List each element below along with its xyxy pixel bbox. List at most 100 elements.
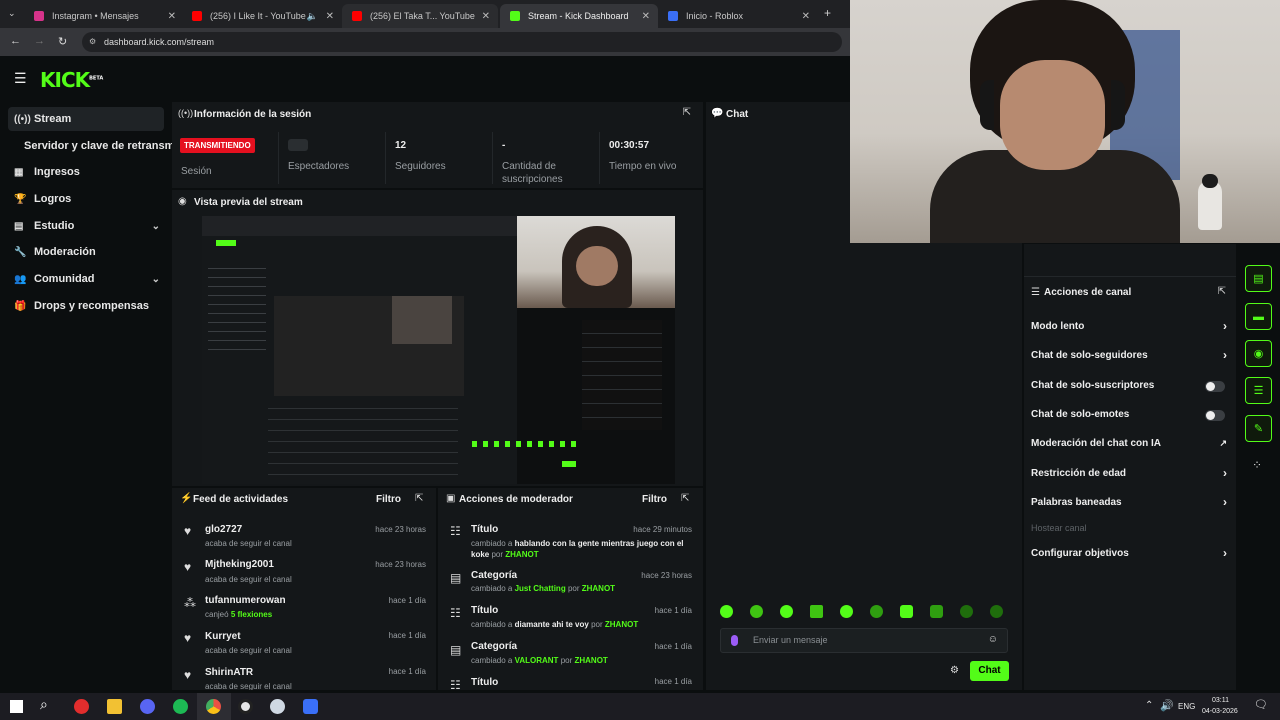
tab-youtube-1[interactable]: (256) I Like It - YouTube 🔈 ✕ xyxy=(182,4,342,28)
apps-icon[interactable]: ⁘ xyxy=(1252,458,1262,472)
expand-icon[interactable]: ⇱ xyxy=(415,493,423,504)
activity-title: Feed de actividades xyxy=(193,494,289,505)
emote-icon[interactable] xyxy=(750,605,763,618)
kick-logo[interactable]: KICKBETA xyxy=(40,68,103,92)
forward-icon[interactable]: → xyxy=(34,35,45,47)
wrench-icon: 🔧 xyxy=(14,246,27,258)
notes-icon[interactable]: ▤ xyxy=(1245,265,1272,292)
windows-start-icon[interactable] xyxy=(10,700,23,713)
user-tag-icon: ☷ xyxy=(450,524,461,538)
sidebar-item-server-key[interactable]: Servidor y clave de retransmisión xyxy=(0,134,172,158)
chevron-down-icon[interactable]: ⌄ xyxy=(152,274,160,285)
grid-icon: ▤ xyxy=(14,220,24,232)
clock-date[interactable]: 04-03-2026 xyxy=(1202,708,1238,715)
emotes-only-toggle[interactable] xyxy=(1205,410,1225,421)
emote-icon[interactable] xyxy=(990,605,1003,618)
speaker-icon[interactable]: 🔈 xyxy=(307,11,318,22)
emoji-icon[interactable]: ☺ xyxy=(988,634,998,645)
chat-input[interactable]: Enviar un mensaje ☺ xyxy=(720,628,1008,653)
close-icon[interactable]: ✕ xyxy=(802,11,810,22)
chat-bubble-icon: 💬 xyxy=(711,108,724,119)
broadcast-icon[interactable]: ◉ xyxy=(1245,340,1272,367)
layout-icon[interactable]: ☰ xyxy=(1245,377,1272,404)
mod-action-time: hace 29 minutos xyxy=(633,525,692,534)
language-indicator[interactable]: ENG xyxy=(1178,702,1195,711)
activity-filter-button[interactable]: Filtro xyxy=(376,494,401,505)
sidebar-item-estudio[interactable]: ▤ Estudio ⌄ xyxy=(8,214,164,238)
sidebar-item-comunidad[interactable]: 👥 Comunidad ⌄ xyxy=(8,267,164,291)
action-age-restriction[interactable]: Restricción de edad › xyxy=(1031,466,1231,486)
modactions-filter-button[interactable]: Filtro xyxy=(642,494,667,505)
sidebar-item-moderacion[interactable]: 🔧 Moderación xyxy=(8,240,164,264)
feed-user[interactable]: tufannumerowan xyxy=(205,595,286,606)
steam-icon[interactable] xyxy=(270,699,285,714)
back-icon[interactable]: ← xyxy=(10,35,21,47)
sidebar-item-logros[interactable]: 🏆 Logros xyxy=(8,187,164,211)
mod-action-time: hace 1 día xyxy=(654,642,692,651)
action-banned-words[interactable]: Palabras baneadas › xyxy=(1031,495,1231,515)
clock-time[interactable]: 03:11 xyxy=(1212,697,1229,704)
new-tab-button[interactable]: + xyxy=(824,6,831,20)
spotify-icon[interactable] xyxy=(173,699,188,714)
close-icon[interactable]: ✕ xyxy=(482,11,490,22)
tab-list-icon[interactable]: ⌄ xyxy=(8,8,16,19)
action-ai-moderation[interactable]: Moderación del chat con IA ↗ xyxy=(1031,438,1231,456)
emote-icon[interactable] xyxy=(810,605,823,618)
feed-time: hace 23 horas xyxy=(375,560,426,569)
chat-send-button[interactable]: Chat xyxy=(970,661,1009,681)
volume-icon[interactable]: 🔊 xyxy=(1160,699,1174,712)
tab-roblox[interactable]: Inicio - Roblox ✕ xyxy=(658,4,818,28)
webcam-headphones xyxy=(980,80,1125,130)
chevron-down-icon[interactable]: ⌄ xyxy=(152,221,160,232)
menu-icon[interactable]: ☰ xyxy=(14,70,27,87)
feed-user[interactable]: Mjtheking2001 xyxy=(205,559,274,570)
app-red-icon[interactable] xyxy=(74,699,89,714)
emote-icon[interactable] xyxy=(870,605,883,618)
stream-preview-video[interactable] xyxy=(202,216,675,484)
emote-icon[interactable] xyxy=(720,605,733,618)
wrench-icon[interactable]: ✎ xyxy=(1245,415,1272,442)
tray-chevron-icon[interactable]: ⌃ xyxy=(1145,700,1153,711)
tab-kick-dashboard[interactable]: Stream - Kick Dashboard ✕ xyxy=(500,4,658,28)
divider xyxy=(278,132,279,184)
action-slow-mode[interactable]: Modo lento › xyxy=(1031,319,1231,339)
emote-icon[interactable] xyxy=(840,605,853,618)
expand-icon[interactable]: ⇱ xyxy=(683,107,691,118)
close-icon[interactable]: ✕ xyxy=(168,11,176,22)
feed-user[interactable]: Kurryet xyxy=(205,631,241,642)
folder-icon[interactable] xyxy=(107,699,122,714)
action-configure-goals[interactable]: Configurar objetivos › xyxy=(1031,546,1231,566)
emote-icon[interactable] xyxy=(900,605,913,618)
discord-icon[interactable] xyxy=(140,699,155,714)
feed-user[interactable]: ShirinATR xyxy=(205,667,253,678)
action-followers-only[interactable]: Chat de solo-seguidores › xyxy=(1031,348,1231,368)
emote-icon[interactable] xyxy=(960,605,973,618)
chat-icon[interactable]: ▬ xyxy=(1245,303,1272,330)
close-icon[interactable]: ✕ xyxy=(642,11,650,22)
feed-user[interactable]: glo2727 xyxy=(205,524,242,535)
sidebar-item-drops[interactable]: 🎁 Drops y recompensas xyxy=(8,294,164,318)
sidebar-item-ingresos[interactable]: ▦ Ingresos xyxy=(8,160,164,184)
nested-sidebar xyxy=(208,260,266,350)
expand-icon[interactable]: ⇱ xyxy=(681,493,689,504)
sidebar-item-stream[interactable]: ((•)) Stream xyxy=(8,107,164,131)
url-input[interactable]: ⚙ dashboard.kick.com/stream xyxy=(82,32,842,52)
close-icon[interactable]: ✕ xyxy=(326,11,334,22)
obs-icon[interactable] xyxy=(238,699,253,714)
subs-only-toggle[interactable] xyxy=(1205,381,1225,392)
search-icon[interactable]: ⌕ xyxy=(40,696,48,713)
feed-time: hace 1 día xyxy=(388,596,426,605)
feed-text: acaba de seguir el canal xyxy=(205,646,292,655)
expand-icon[interactable]: ⇱ xyxy=(1218,286,1226,297)
reload-icon[interactable]: ↻ xyxy=(58,35,67,48)
tab-instagram[interactable]: Instagram • Mensajes ✕ xyxy=(24,4,184,28)
emote-icon[interactable] xyxy=(930,605,943,618)
mic-icon[interactable] xyxy=(731,635,738,646)
notification-icon[interactable]: 🗨 xyxy=(1254,698,1268,711)
site-info-icon[interactable]: ⚙ xyxy=(89,32,96,52)
tab-youtube-2[interactable]: (256) El Taka T... YouTube ✕ xyxy=(342,4,498,28)
emote-icon[interactable] xyxy=(780,605,793,618)
gear-icon[interactable]: ⚙ xyxy=(950,665,959,676)
roblox-icon[interactable] xyxy=(303,699,318,714)
webcam-figurine-head xyxy=(1202,174,1218,188)
